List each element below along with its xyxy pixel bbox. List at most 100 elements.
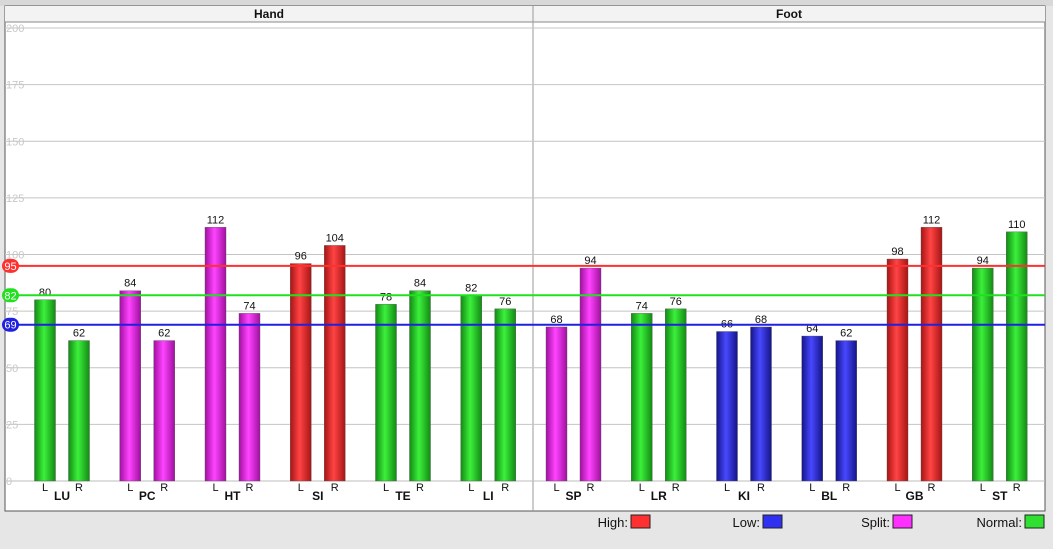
x-group-label-li: LI: [483, 489, 494, 503]
bar-value-label-lu-l: 80: [39, 287, 51, 299]
x-sub-label-st-l: L: [980, 482, 986, 494]
x-group-label-pc: PC: [139, 489, 156, 503]
bar-lr-l[interactable]: [631, 313, 653, 482]
bar-value-label-te-l: 78: [380, 291, 392, 303]
top-strip: [0, 0, 1053, 6]
x-group-label-sp: SP: [565, 489, 581, 503]
bar-ht-r[interactable]: [238, 313, 261, 482]
bar-si-r[interactable]: [324, 245, 346, 482]
x-sub-label-sp-r: R: [587, 482, 595, 494]
x-sub-label-bl-l: L: [809, 482, 815, 494]
x-sub-label-si-l: L: [298, 482, 304, 494]
x-sub-label-sp-l: L: [553, 482, 559, 494]
legend-label-low: Low:: [733, 515, 760, 530]
bar-value-label-ht-l: 112: [207, 214, 225, 226]
x-sub-label-li-l: L: [468, 482, 474, 494]
y-tick-label-0: 0: [6, 476, 12, 488]
bar-gb-l[interactable]: [886, 258, 909, 482]
bar-lr-r[interactable]: [665, 308, 687, 482]
bar-value-label-lr-l: 74: [636, 300, 648, 312]
x-sub-label-lu-r: R: [75, 482, 83, 494]
y-tick-label-25: 25: [6, 419, 18, 431]
bar-bl-r[interactable]: [835, 340, 857, 482]
x-sub-label-lr-l: L: [639, 482, 645, 494]
panel-title-hand: Hand: [254, 7, 284, 21]
legend-label-split: Split:: [861, 515, 890, 530]
bar-value-label-si-l: 96: [295, 251, 307, 263]
x-sub-label-li-r: R: [501, 482, 509, 494]
bar-li-l[interactable]: [460, 295, 482, 482]
x-group-label-bl: BL: [821, 489, 837, 503]
bar-value-label-li-r: 76: [499, 296, 511, 308]
bar-st-r[interactable]: [1006, 231, 1028, 482]
x-group-label-ht: HT: [225, 489, 242, 503]
bar-value-label-lu-r: 62: [73, 328, 85, 340]
x-sub-label-pc-l: L: [127, 482, 133, 494]
y-tick-label-125: 125: [6, 193, 24, 205]
bar-value-label-gb-r: 112: [923, 214, 941, 226]
legend-label-high: High:: [598, 515, 628, 530]
bar-value-label-ht-r: 74: [243, 300, 255, 312]
bar-value-label-lr-r: 76: [670, 296, 682, 308]
bar-sp-r[interactable]: [579, 267, 602, 482]
legend-swatch-normal: [1024, 514, 1045, 529]
x-group-label-ki: KI: [738, 489, 750, 503]
bar-ki-l[interactable]: [716, 331, 738, 482]
x-group-label-st: ST: [992, 489, 1008, 503]
y-tick-label-175: 175: [6, 80, 24, 92]
bar-pc-r[interactable]: [153, 340, 175, 482]
x-group-label-lr: LR: [651, 489, 667, 503]
legend-swatch-split: [892, 514, 913, 529]
x-sub-label-ki-l: L: [724, 482, 730, 494]
chart-root: Hand Foot 0 25 50 75 100 125 150 175 200 80 62 84 62 11…: [0, 0, 1053, 544]
x-sub-label-gb-l: L: [894, 482, 900, 494]
panel-header-bar: [5, 6, 1045, 22]
bar-bl-l[interactable]: [801, 335, 823, 482]
bar-te-l[interactable]: [375, 304, 397, 482]
bar-value-label-gb-l: 98: [891, 246, 903, 258]
bar-pc-l[interactable]: [119, 290, 141, 482]
legend-label-normal: Normal:: [976, 515, 1022, 530]
bar-chart: Hand Foot02550751001251501752008062846211…: [0, 0, 1053, 530]
x-sub-label-lr-r: R: [672, 482, 680, 494]
x-sub-label-gb-r: R: [928, 482, 936, 494]
x-sub-label-ht-r: R: [246, 482, 254, 494]
legend-swatch-low: [762, 514, 783, 529]
y-tick-label-150: 150: [6, 136, 24, 148]
x-group-label-lu: LU: [54, 489, 70, 503]
x-group-label-si: SI: [312, 489, 323, 503]
reference-label-95: 95: [4, 261, 16, 273]
panel-title-foot: Foot: [776, 7, 802, 21]
x-sub-label-pc-r: R: [160, 482, 168, 494]
legend-swatch-high: [630, 514, 651, 529]
bar-value-label-pc-r: 62: [158, 328, 170, 340]
bar-li-r[interactable]: [494, 308, 516, 482]
bar-value-label-pc-l: 84: [124, 278, 136, 290]
bar-value-label-te-r: 84: [414, 278, 426, 290]
bar-value-label-st-r: 110: [1008, 219, 1026, 231]
x-group-label-te: TE: [395, 489, 410, 503]
y-tick-label-200: 200: [6, 23, 24, 35]
bar-st-l[interactable]: [972, 267, 994, 482]
x-sub-label-lu-l: L: [42, 482, 48, 494]
x-sub-label-st-r: R: [1013, 482, 1021, 494]
bar-te-r[interactable]: [409, 290, 431, 482]
y-tick-label-75: 75: [6, 306, 18, 318]
reference-label-82: 82: [4, 290, 16, 302]
bar-lu-l[interactable]: [34, 299, 56, 482]
x-sub-label-te-l: L: [383, 482, 389, 494]
x-group-label-gb: GB: [906, 489, 924, 503]
x-sub-label-te-r: R: [416, 482, 424, 494]
x-sub-label-bl-r: R: [842, 482, 850, 494]
reference-label-69: 69: [4, 320, 16, 332]
y-tick-label-50: 50: [6, 363, 18, 375]
x-sub-label-ht-l: L: [212, 482, 218, 494]
x-sub-label-si-r: R: [331, 482, 339, 494]
x-sub-label-ki-r: R: [757, 482, 765, 494]
bar-lu-r[interactable]: [68, 340, 90, 482]
bar-value-label-si-r: 104: [326, 232, 344, 244]
bar-value-label-li-l: 82: [465, 282, 477, 294]
bar-ki-r[interactable]: [750, 326, 772, 482]
bar-value-label-bl-r: 62: [840, 328, 852, 340]
bar-sp-l[interactable]: [545, 326, 568, 482]
